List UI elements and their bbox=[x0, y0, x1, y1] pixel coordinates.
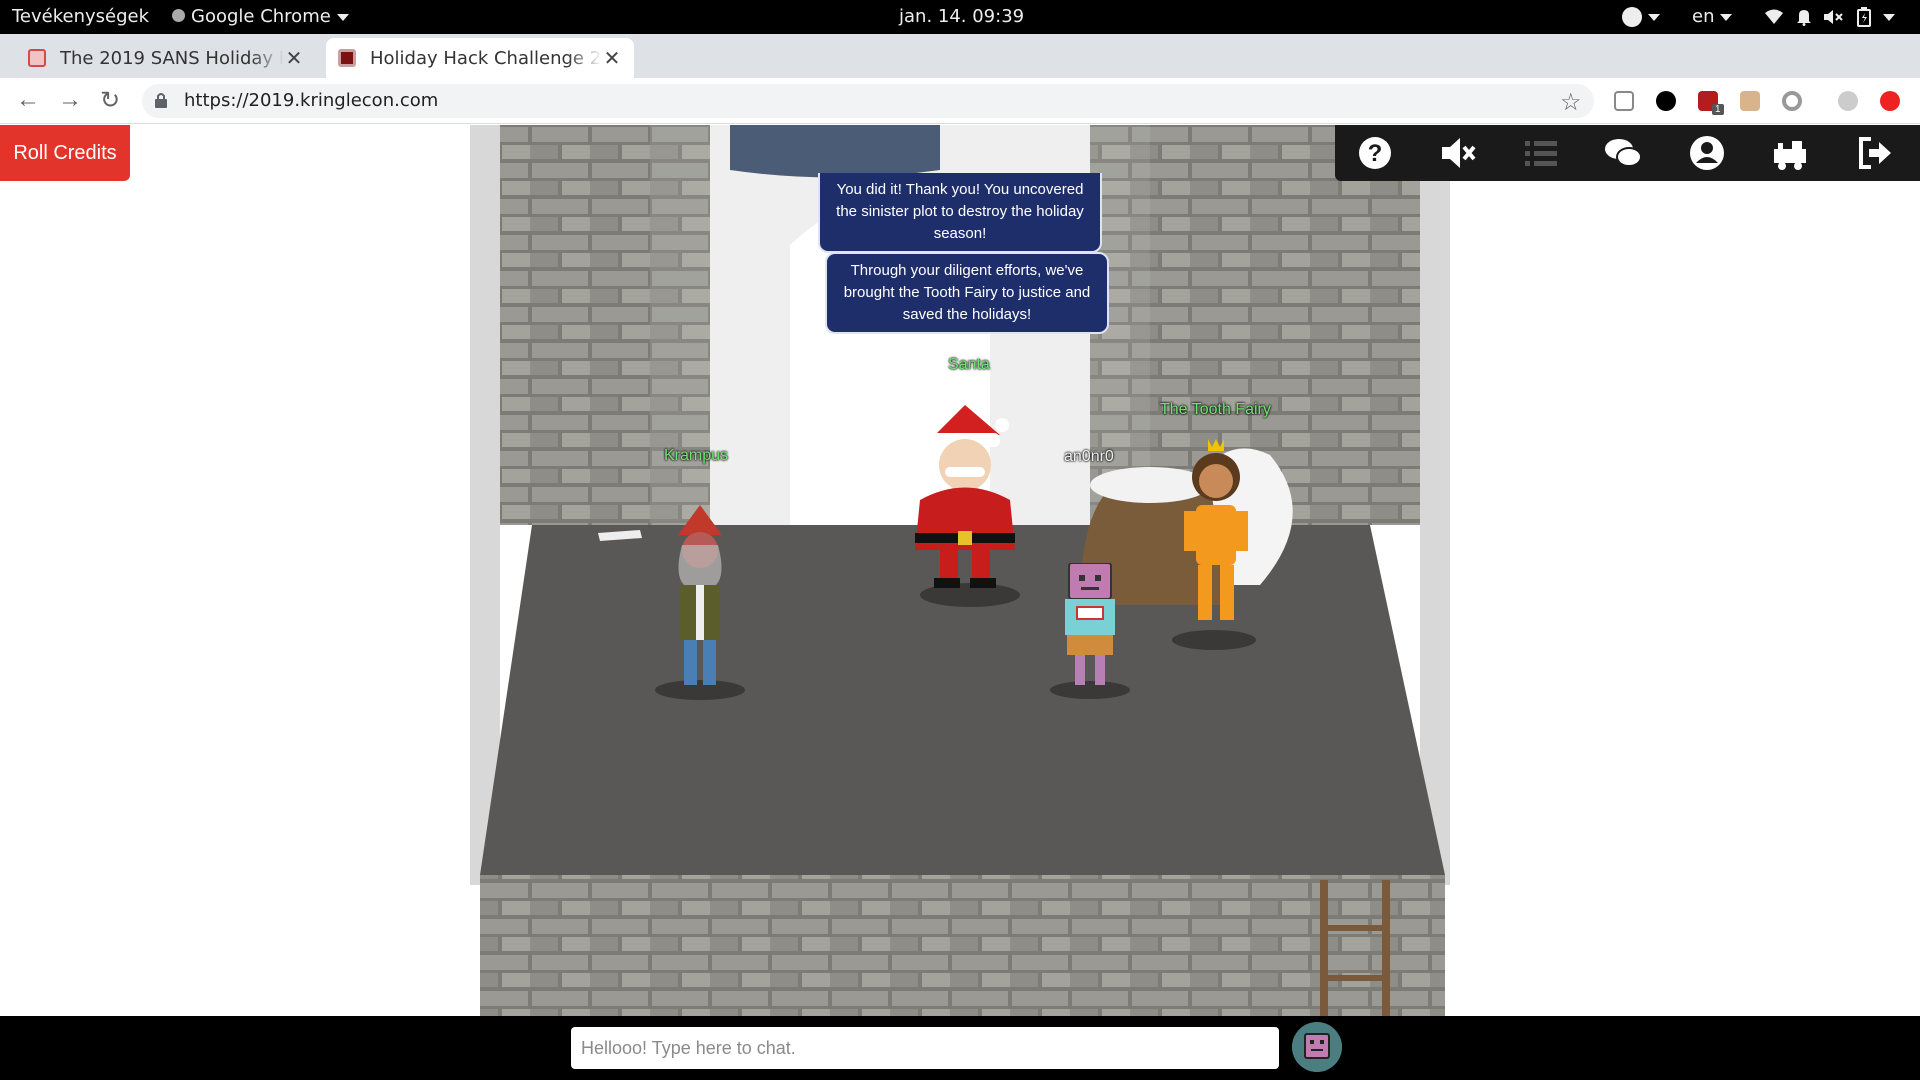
close-icon[interactable]: ✕ bbox=[602, 46, 622, 70]
activities-button[interactable]: Tevékenységek bbox=[12, 6, 149, 27]
tab-holiday-hack[interactable]: Holiday Hack Challenge 20 ✕ bbox=[326, 38, 634, 78]
clock[interactable]: jan. 14. 09:39 bbox=[899, 6, 1024, 27]
notification-bell-icon bbox=[1796, 10, 1811, 26]
extension-badge: 1 bbox=[1712, 104, 1724, 115]
logout-icon[interactable] bbox=[1855, 133, 1895, 173]
tooth-fairy-name-label: The Tooth Fairy bbox=[1160, 401, 1271, 418]
close-icon[interactable]: ✕ bbox=[284, 46, 304, 70]
reload-button[interactable]: ↻ bbox=[100, 86, 120, 115]
extension-bird-icon[interactable] bbox=[1656, 91, 1676, 111]
tab-title: Holiday Hack Challenge 20 bbox=[370, 47, 602, 69]
list-icon[interactable] bbox=[1521, 133, 1561, 173]
chat-input[interactable] bbox=[571, 1027, 1279, 1069]
accessibility-menu[interactable] bbox=[1622, 6, 1660, 27]
chevron-down-icon bbox=[1648, 13, 1660, 21]
bookmark-star-icon[interactable]: ☆ bbox=[1560, 88, 1582, 117]
chevron-down-icon bbox=[1882, 13, 1895, 21]
extension-tab-icon[interactable] bbox=[1614, 91, 1634, 111]
chat-avatar[interactable] bbox=[1292, 1022, 1342, 1072]
user-icon[interactable] bbox=[1687, 133, 1727, 173]
chevron-down-icon bbox=[1720, 13, 1733, 21]
lock-icon bbox=[155, 93, 167, 108]
tab-title: The 2019 SANS Holiday Ha bbox=[60, 47, 284, 69]
back-button[interactable]: ← bbox=[16, 86, 40, 114]
accessibility-icon bbox=[1622, 7, 1642, 27]
santa-character[interactable] bbox=[890, 405, 1040, 595]
train-icon[interactable] bbox=[1770, 133, 1810, 173]
app-name: Google Chrome bbox=[191, 6, 331, 27]
status-menu[interactable] bbox=[1764, 6, 1895, 27]
krampus-name-label: Krampus bbox=[664, 447, 729, 464]
tooth-fairy-character[interactable] bbox=[1170, 435, 1260, 635]
url-text[interactable]: https://2019.kringlecon.com bbox=[184, 90, 438, 111]
wifi-icon bbox=[1765, 9, 1783, 24]
profile-avatar[interactable] bbox=[1838, 91, 1858, 111]
speech-bubble-1: You did it! Thank you! You uncovered the… bbox=[818, 173, 1102, 253]
language-label: en bbox=[1692, 6, 1715, 27]
app-menu[interactable]: Google Chrome bbox=[172, 6, 349, 27]
game-viewport: You did it! Thank you! You uncovered the… bbox=[0, 125, 1920, 1016]
chat-icon[interactable] bbox=[1603, 133, 1643, 173]
extension-cast-icon[interactable] bbox=[1740, 91, 1760, 111]
tab-strip: The 2019 SANS Holiday Ha ✕ Holiday Hack … bbox=[0, 34, 1920, 104]
bell-tower-scene[interactable]: You did it! Thank you! You uncovered the… bbox=[470, 125, 1450, 1016]
volume-muted-icon bbox=[1824, 10, 1844, 24]
extension-circle-icon[interactable] bbox=[1782, 91, 1802, 111]
battery-icon bbox=[1857, 7, 1872, 27]
game-menu-bar: ? bbox=[1335, 125, 1920, 181]
language-menu[interactable]: en bbox=[1692, 6, 1733, 27]
speech-bubble-2: Through your diligent efforts, we've bro… bbox=[825, 252, 1109, 334]
santa-name-label: Santa bbox=[948, 356, 990, 373]
update-menu-icon[interactable] bbox=[1880, 91, 1900, 111]
player-name-label: an0nr0 bbox=[1064, 448, 1114, 465]
forward-button[interactable]: → bbox=[58, 86, 82, 114]
krampus-character[interactable] bbox=[660, 505, 740, 695]
player-avatar-character[interactable] bbox=[1055, 563, 1125, 693]
kringlecon-favicon-icon bbox=[338, 49, 356, 67]
sans-favicon-icon bbox=[28, 49, 46, 67]
tab-sans-holiday[interactable]: The 2019 SANS Holiday Ha ✕ bbox=[16, 38, 316, 78]
svg-text:?: ? bbox=[1368, 140, 1383, 167]
mute-icon[interactable] bbox=[1438, 133, 1478, 173]
chevron-down-icon bbox=[336, 13, 349, 21]
roll-credits-button[interactable]: Roll Credits bbox=[0, 125, 130, 181]
help-icon[interactable]: ? bbox=[1355, 133, 1395, 173]
chrome-small-icon bbox=[172, 9, 185, 22]
system-top-bar: Tevékenységek Google Chrome jan. 14. 09:… bbox=[0, 0, 1920, 34]
